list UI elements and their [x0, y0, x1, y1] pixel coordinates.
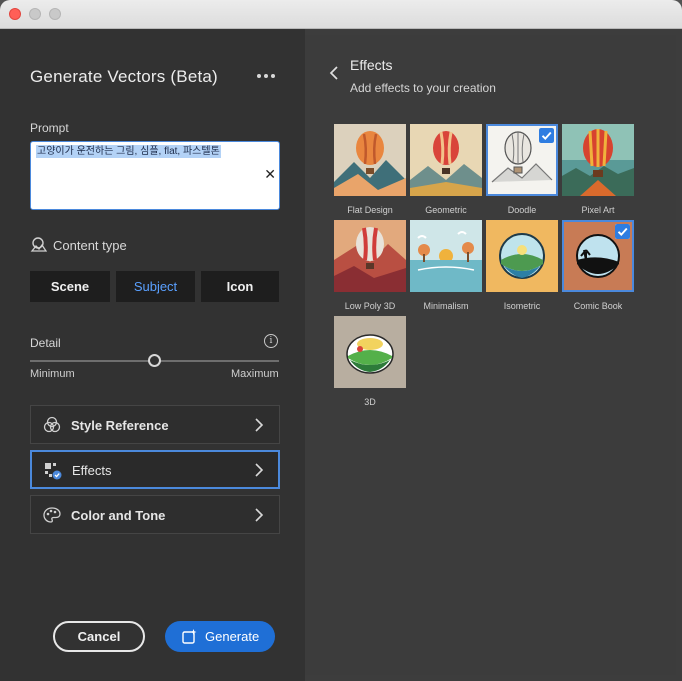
content-type-icon [30, 237, 47, 252]
more-dot-icon [257, 74, 261, 78]
prompt-label: Prompt [30, 121, 69, 135]
effect-tile-isometric[interactable] [486, 220, 558, 292]
window-body: Generate Vectors (Beta) Prompt 고양이가 운전하는… [0, 29, 682, 681]
palette-icon [43, 507, 61, 523]
prompt-text: 고양이가 운전하는 그림, 심플, flat, 파스텔톤 [36, 145, 221, 158]
minimize-window-button[interactable] [29, 8, 41, 20]
window-titlebar [0, 0, 682, 29]
effect-label-comic-book: Comic Book [573, 301, 623, 311]
content-type-scene[interactable]: Scene [30, 271, 110, 302]
generate-sparkle-icon [182, 629, 197, 644]
style-reference-label: Style Reference [71, 418, 169, 433]
effect-label-3d: 3D [364, 397, 376, 407]
close-window-button[interactable] [9, 8, 21, 20]
effects-subtitle: Add effects to your creation [350, 81, 496, 95]
detail-slider-thumb[interactable] [148, 354, 161, 367]
effect-tile-geometric[interactable] [410, 124, 482, 196]
effects-label: Effects [72, 463, 112, 478]
effect-tile-flat-design[interactable] [334, 124, 406, 196]
3d-thumbnail [334, 316, 406, 388]
clear-prompt-icon[interactable]: ✕ [264, 166, 276, 183]
selected-checkbox-icon [539, 128, 554, 143]
more-dot-icon [271, 74, 275, 78]
content-type-icon-option[interactable]: Icon [201, 271, 279, 302]
geometric-thumbnail [410, 124, 482, 196]
effect-tile-low-poly-3d[interactable] [334, 220, 406, 292]
more-options-button[interactable] [256, 69, 278, 83]
style-reference-section[interactable]: Style Reference [30, 405, 280, 444]
effect-tile-minimalism[interactable] [410, 220, 482, 292]
generate-vectors-panel: Generate Vectors (Beta) Prompt 고양이가 운전하는… [0, 29, 305, 681]
info-icon[interactable]: i [264, 334, 278, 348]
effects-icon [45, 463, 62, 480]
selected-checkbox-icon [615, 224, 630, 239]
pixel-art-thumbnail [562, 124, 634, 196]
more-dot-icon [264, 74, 268, 78]
generate-button[interactable]: Generate [165, 621, 275, 652]
effects-panel: Effects Add effects to your creation Fla… [305, 35, 676, 675]
effects-title: Effects [350, 57, 393, 73]
style-reference-icon [43, 416, 61, 433]
color-and-tone-section[interactable]: Color and Tone [30, 495, 280, 534]
minimalism-thumbnail [410, 220, 482, 292]
effect-tile-comic-book[interactable] [562, 220, 634, 292]
prompt-input[interactable]: 고양이가 운전하는 그림, 심플, flat, 파스텔톤 ✕ [30, 141, 280, 210]
chevron-right-icon [255, 508, 264, 522]
detail-max-label: Maximum [231, 368, 279, 380]
effect-label-pixel-art: Pixel Art [581, 205, 615, 215]
chevron-right-icon [255, 463, 264, 477]
effect-tile-pixel-art[interactable] [562, 124, 634, 196]
detail-min-label: Minimum [30, 368, 75, 380]
cancel-button[interactable]: Cancel [53, 621, 145, 652]
color-and-tone-label: Color and Tone [71, 508, 166, 523]
content-type-subject[interactable]: Subject [116, 271, 195, 302]
isometric-thumbnail [486, 220, 558, 292]
panel-title: Generate Vectors (Beta) [30, 67, 218, 86]
low-poly-3d-thumbnail [334, 220, 406, 292]
effect-tile-3d[interactable] [334, 316, 406, 388]
chevron-right-icon [255, 418, 264, 432]
flat-design-thumbnail [334, 124, 406, 196]
generate-label: Generate [205, 629, 260, 644]
effect-tile-doodle[interactable] [486, 124, 558, 196]
maximize-window-button[interactable] [49, 8, 61, 20]
detail-label: Detail [30, 336, 61, 350]
effects-section[interactable]: Effects [30, 450, 280, 489]
back-chevron-icon[interactable] [329, 66, 339, 80]
content-type-label: Content type [53, 238, 127, 253]
